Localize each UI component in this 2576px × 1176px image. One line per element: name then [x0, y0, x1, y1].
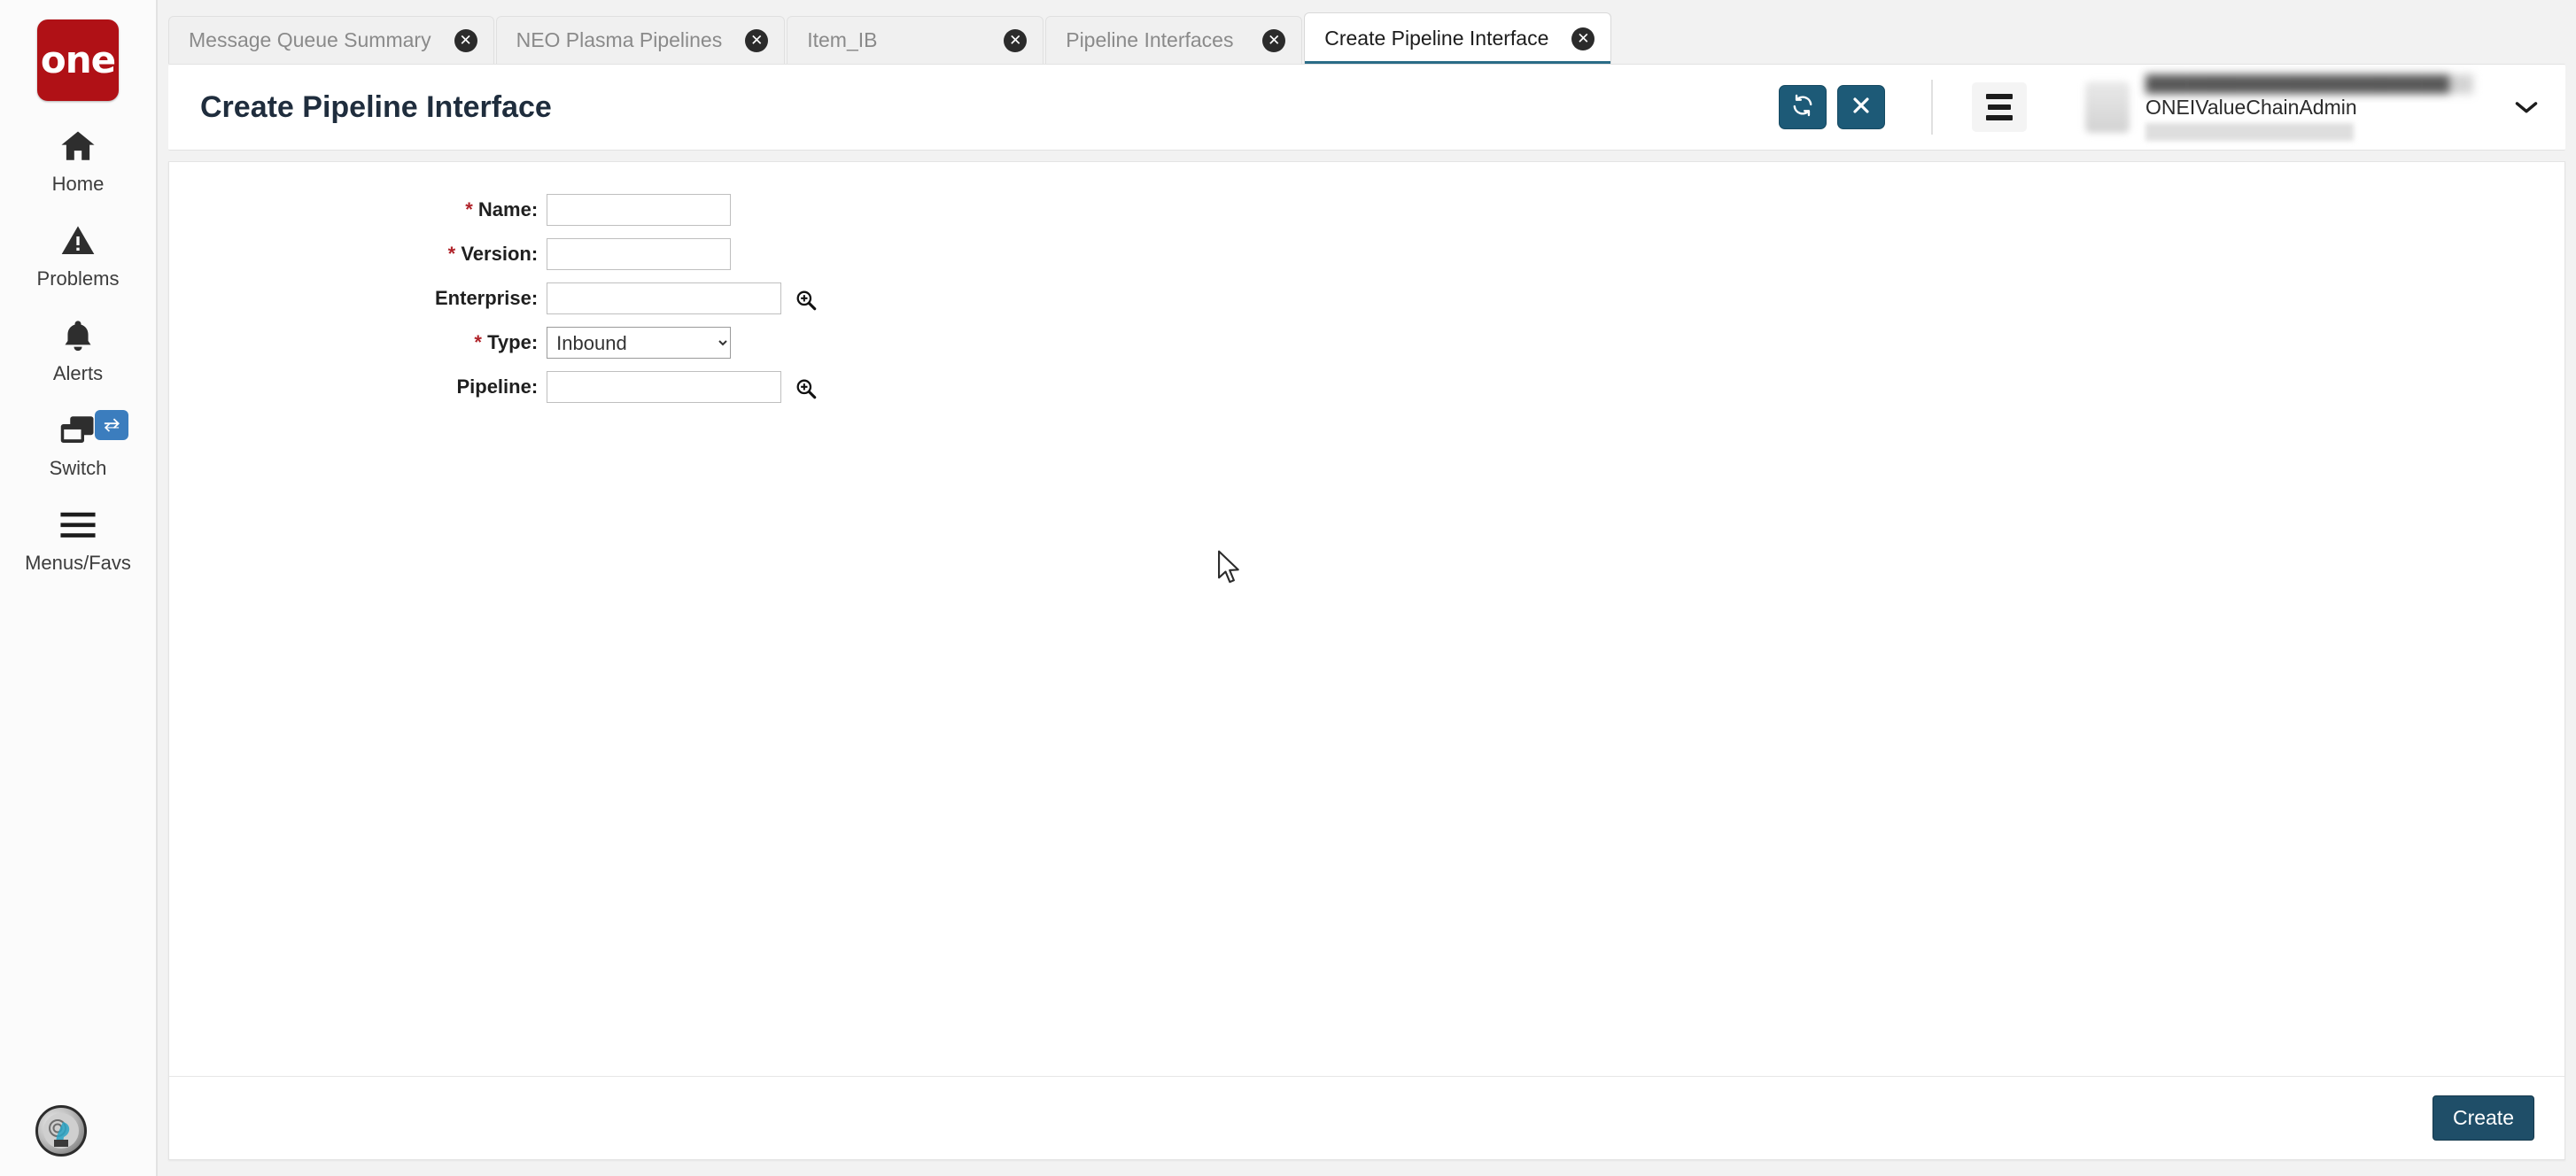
form-row-enterprise: Enterprise: — [435, 282, 818, 327]
enterprise-control — [547, 282, 817, 327]
tab-close-icon[interactable]: ✕ — [454, 28, 477, 52]
form-row-type: * Type: Inbound Outbound — [435, 327, 818, 371]
tab-label: NEO Plasma Pipelines — [516, 28, 723, 51]
create-button[interactable]: Create — [2432, 1095, 2534, 1141]
windows-stack-icon — [58, 408, 98, 453]
sidebar-item-menus-favs-label: Menus/Favs — [25, 552, 131, 574]
version-control — [547, 238, 817, 282]
one-logo-text: one — [40, 38, 116, 81]
sidebar-item-alerts[interactable]: Alerts — [0, 290, 157, 385]
sidebar-item-home[interactable]: Home — [0, 101, 157, 196]
create-pipeline-interface-form: * Name: * Version: Enterprise: * Type: I… — [435, 194, 818, 415]
tab-create-pipeline-interface[interactable]: Create Pipeline Interface ✕ — [1304, 12, 1612, 64]
hamburger-menu-icon — [1986, 94, 2013, 99]
avatar — [2085, 81, 2130, 133]
tab-close-icon[interactable]: ✕ — [745, 28, 769, 52]
hamburger-menu-icon-bar — [1988, 104, 2011, 110]
tab-close-icon[interactable]: ✕ — [1571, 27, 1595, 50]
version-input[interactable] — [547, 238, 732, 270]
close-x-icon — [1851, 95, 1872, 120]
home-icon — [58, 124, 98, 168]
refresh-icon — [1791, 94, 1814, 121]
pipeline-control — [547, 371, 817, 415]
user-role: ONEIValueChainAdmin — [2145, 95, 2357, 119]
form-card: * Name: * Version: Enterprise: * Type: I… — [168, 161, 2565, 1160]
pipeline-label: Pipeline: — [435, 371, 547, 415]
name-label: * Name: — [435, 194, 547, 238]
sidebar-item-alerts-label: Alerts — [52, 362, 104, 384]
version-label-text: Version: — [461, 243, 539, 265]
name-control — [547, 194, 817, 238]
refresh-button[interactable] — [1779, 85, 1827, 129]
required-asterisk: * — [465, 198, 473, 220]
user-org-redacted — [2145, 122, 2354, 141]
type-select[interactable]: Inbound Outbound — [547, 327, 732, 359]
type-control: Inbound Outbound — [547, 327, 817, 371]
enterprise-label-text: Enterprise: — [435, 287, 539, 309]
sidebar-item-problems-label: Problems — [36, 267, 120, 290]
sidebar-item-menus-favs[interactable]: Menus/Favs — [0, 480, 157, 575]
warning-triangle-icon — [58, 219, 97, 263]
sidebar-item-switch-label: Switch — [49, 457, 107, 479]
version-label: * Version: — [435, 238, 547, 282]
tab-label: Item_IB — [807, 28, 878, 51]
sidebar-item-home-label: Home — [51, 173, 105, 195]
pipeline-search-zoom-icon[interactable] — [795, 377, 818, 400]
form-row-name: * Name: — [435, 194, 818, 238]
close-button[interactable] — [1837, 85, 1885, 129]
ai-assistant-avatar-icon[interactable] — [35, 1105, 87, 1157]
sidebar-item-switch[interactable]: Switch — [0, 385, 157, 480]
header-divider — [1931, 80, 1933, 135]
form-card-body: * Name: * Version: Enterprise: * Type: I… — [169, 162, 2564, 1076]
tab-pipeline-interfaces[interactable]: Pipeline Interfaces ✕ — [1045, 16, 1303, 64]
swap-arrows-icon[interactable] — [95, 410, 128, 440]
one-logo[interactable]: one — [37, 19, 119, 101]
type-label-text: Type: — [487, 331, 539, 353]
tab-close-icon[interactable]: ✕ — [1004, 28, 1028, 52]
user-name: ██████████████████████ — [2145, 74, 2473, 94]
tab-label: Message Queue Summary — [189, 28, 431, 51]
name-label-text: Name: — [477, 198, 539, 220]
sidebar-item-problems[interactable]: Problems — [0, 196, 157, 290]
content-wrapper: * Name: * Version: Enterprise: * Type: I… — [158, 151, 2576, 1176]
type-label: * Type: — [435, 327, 547, 371]
tab-label: Create Pipeline Interface — [1324, 27, 1549, 50]
form-row-pipeline: Pipeline: — [435, 371, 818, 415]
form-footer: Create — [169, 1076, 2564, 1159]
hamburger-menu-icon-bar — [1986, 115, 2013, 120]
user-meta: ██████████████████████ ONEIValueChainAdm… — [2145, 74, 2473, 141]
left-nav-rail: one Home Problems Alerts Switch Menus/Fa… — [0, 0, 158, 1176]
pipeline-label-text: Pipeline: — [456, 375, 539, 398]
chevron-down-icon[interactable] — [2505, 82, 2548, 132]
tab-strip: Message Queue Summary ✕ NEO Plasma Pipel… — [158, 0, 2576, 64]
form-row-version: * Version: — [435, 238, 818, 282]
hamburger-icon — [58, 503, 98, 547]
pipeline-input[interactable] — [547, 371, 782, 403]
header-menu-button[interactable] — [1972, 82, 2027, 132]
user-account-menu[interactable]: ██████████████████████ ONEIValueChainAdm… — [2085, 74, 2548, 141]
enterprise-label: Enterprise: — [435, 282, 547, 327]
required-asterisk: * — [474, 331, 482, 353]
tab-item-ib[interactable]: Item_IB ✕ — [787, 16, 1044, 64]
application-window: one Home Problems Alerts Switch Menus/Fa… — [0, 0, 2576, 1176]
main-region: Message Queue Summary ✕ NEO Plasma Pipel… — [158, 0, 2576, 1176]
bell-icon — [59, 313, 97, 358]
page-header-bar: Create Pipeline Interface ██████████████… — [168, 64, 2565, 151]
tab-close-icon[interactable]: ✕ — [1262, 28, 1286, 52]
enterprise-search-zoom-icon[interactable] — [795, 289, 818, 312]
enterprise-input[interactable] — [547, 282, 782, 314]
mouse-cursor — [1217, 550, 1244, 592]
tab-neo-plasma-pipelines[interactable]: NEO Plasma Pipelines ✕ — [495, 16, 786, 64]
required-asterisk: * — [447, 243, 456, 265]
tab-message-queue-summary[interactable]: Message Queue Summary ✕ — [168, 16, 494, 64]
page-title: Create Pipeline Interface — [200, 89, 552, 124]
name-input[interactable] — [547, 194, 732, 226]
tab-label: Pipeline Interfaces — [1066, 28, 1234, 51]
